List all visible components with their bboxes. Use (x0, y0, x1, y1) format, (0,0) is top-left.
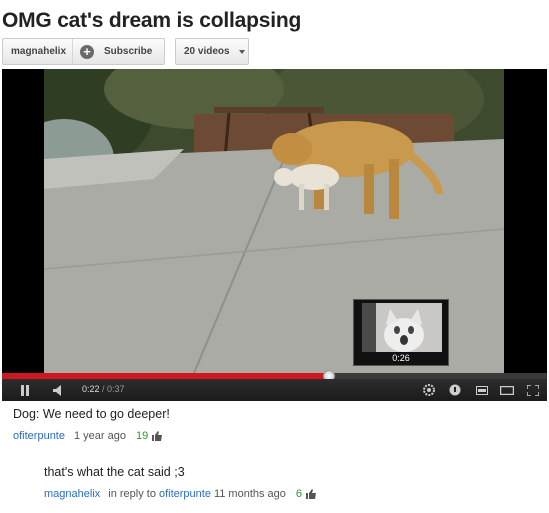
control-bar: 0:22 / 0:37 (2, 379, 547, 401)
subscribe-button[interactable]: + Subscribe (72, 38, 165, 65)
channel-name: magnahelix (11, 46, 67, 57)
reply-time: 11 months ago (213, 488, 286, 500)
reply-text: that's what the cat said ;3 (44, 465, 185, 479)
current-time: 0:22 (82, 384, 100, 394)
small-player-icon[interactable] (475, 383, 489, 397)
videos-dropdown-button[interactable]: 20 videos (175, 38, 249, 65)
reply-meta: magnahelix in reply to ofiterpunte 11 mo… (44, 488, 317, 500)
reply-author[interactable]: magnahelix (44, 488, 100, 500)
comment-meta: ofiterpunte 1 year ago 19 (13, 430, 170, 442)
reply-prefix: in reply to (108, 488, 156, 500)
reply-to-link[interactable]: ofiterpunte (159, 488, 211, 500)
reply-item: that's what the cat said ;3 magnahelix i… (44, 465, 317, 500)
annotations-icon[interactable] (448, 383, 462, 397)
preview-timestamp: 0:26 (392, 353, 410, 363)
gear-icon[interactable] (422, 383, 436, 397)
preview-thumbnail (362, 303, 442, 352)
chevron-down-icon (238, 49, 245, 54)
thumbs-up-icon[interactable] (152, 431, 163, 441)
duration: / 0:37 (102, 384, 125, 394)
like-count: 19 (135, 430, 149, 442)
comment-item: Dog: We need to go deeper! ofiterpunte 1… (13, 407, 170, 442)
scrub-preview: 0:26 (353, 299, 449, 366)
thumbs-up-icon[interactable] (306, 489, 317, 499)
reply-like-count: 6 (295, 488, 303, 500)
fullscreen-icon[interactable] (525, 383, 541, 397)
time-display: 0:22 / 0:37 (82, 384, 125, 394)
comment-author[interactable]: ofiterpunte (13, 430, 65, 442)
video-player[interactable]: 0:26 0:22 / 0:37 (2, 69, 547, 401)
channel-button[interactable]: magnahelix (2, 38, 73, 65)
comment-text: Dog: We need to go deeper! (13, 407, 170, 421)
plus-icon: + (80, 44, 94, 59)
videos-count-label: 20 videos (184, 46, 230, 57)
comment-time: 1 year ago (73, 430, 126, 442)
volume-icon[interactable] (52, 383, 66, 397)
pause-icon[interactable] (20, 383, 30, 397)
large-player-icon[interactable] (499, 383, 515, 397)
video-title: OMG cat's dream is collapsing (2, 9, 302, 32)
subscribe-label: Subscribe (104, 46, 153, 57)
